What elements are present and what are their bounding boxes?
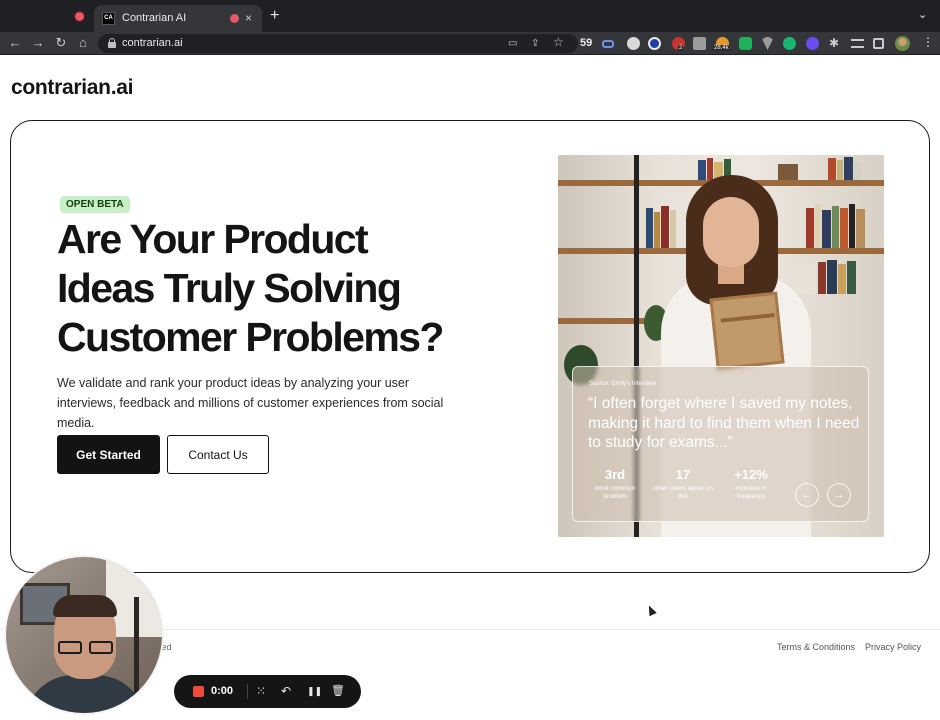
carousel-next-icon[interactable]: → <box>827 483 851 507</box>
extensions-puzzle-icon[interactable]: ✱ <box>829 37 839 50</box>
headline-line-1: Are Your Product <box>57 216 369 262</box>
stat-rank: 3rd most common problem <box>585 467 645 501</box>
extension-icon-5[interactable] <box>806 37 819 50</box>
reload-icon[interactable]: ↻ <box>53 35 69 51</box>
recorder-divider <box>247 684 248 699</box>
forward-icon[interactable]: → <box>30 35 46 51</box>
recording-indicator-icon <box>75 12 84 21</box>
webcam-lamp <box>134 597 139 697</box>
recording-timer: 0:00 <box>211 685 234 697</box>
headline-line-3: Customer Problems? <box>57 314 444 360</box>
privacy-link[interactable]: Privacy Policy <box>865 642 921 652</box>
stop-recording-button[interactable] <box>193 686 204 697</box>
contact-us-button[interactable]: Contact Us <box>167 435 269 474</box>
lock-icon[interactable] <box>108 38 116 48</box>
webcam-shirt <box>24 675 146 713</box>
stat-label: other users agree on this <box>653 485 713 500</box>
home-icon[interactable]: ⌂ <box>75 35 91 51</box>
link-extension-icon[interactable] <box>602 40 614 48</box>
stat-value: 17 <box>675 467 691 482</box>
tab-search-chevron-icon[interactable]: ⌄ <box>918 8 927 21</box>
hero-section: OPEN BETA Are Your Product Ideas Truly S… <box>10 120 930 573</box>
bookmark-star-icon[interactable]: ☆ <box>553 36 564 49</box>
quote-source: Source: Emily's Interview <box>589 381 656 387</box>
address-bar[interactable]: contrarian.ai ▭ ⇪ ☆ <box>98 34 578 53</box>
tab-title: Contrarian AI <box>122 12 187 24</box>
books-stack <box>794 260 884 294</box>
webcam-glasses <box>58 641 114 655</box>
browser-menu-icon[interactable]: ⋮ <box>922 35 934 49</box>
vpn-extension-icon[interactable] <box>761 37 774 50</box>
back-icon[interactable]: ← <box>7 35 23 51</box>
stat-value: 3rd <box>604 467 626 482</box>
extension-badge-count: 28.4k <box>713 45 730 51</box>
trash-icon[interactable]: 🗑 <box>331 683 345 700</box>
browser-tab-bar: CA Contrarian AI × + ⌄ <box>0 0 940 32</box>
quote-text: “I often forget where I saved my notes, … <box>588 395 860 451</box>
stat-label: increase in frequency <box>735 485 767 500</box>
mouse-cursor-icon <box>645 603 657 617</box>
browser-toolbar: ← → ↻ ⌂ contrarian.ai ▭ ⇪ ☆ 59 2 28.4k ✱… <box>0 32 940 55</box>
stat-users: 17 other users agree on this <box>653 467 713 501</box>
extension-icon-3[interactable] <box>693 37 706 50</box>
stat-label: most common problem <box>594 485 636 500</box>
camera-icon[interactable]: ▭ <box>508 37 517 50</box>
hero-photo: Source: Emily's Interview “I often forge… <box>558 155 884 537</box>
extension-icon-1[interactable] <box>627 37 640 50</box>
side-panel-icon[interactable] <box>873 38 884 49</box>
browser-tab-contrarian[interactable]: CA Contrarian AI × <box>94 5 262 32</box>
password-manager-icon[interactable] <box>648 37 661 50</box>
share-icon[interactable]: ⇪ <box>531 37 539 50</box>
recorder-toolbar: 0:00 ⁙ ↶ ❚❚ 🗑 <box>174 675 361 708</box>
woman-face <box>703 197 759 267</box>
open-beta-badge: OPEN BETA <box>60 196 130 213</box>
undo-icon[interactable]: ↶ <box>281 683 291 700</box>
get-started-button[interactable]: Get Started <box>57 435 160 474</box>
grammar-extension-icon[interactable] <box>783 37 796 50</box>
stat-value: +12% <box>734 467 768 482</box>
headline-line-2: Ideas Truly Solving <box>57 265 402 311</box>
webcam-bubble[interactable] <box>6 557 162 713</box>
extension-counter[interactable]: 59 <box>580 37 592 49</box>
hero-headline: Are Your Product Ideas Truly Solving Cus… <box>57 215 477 362</box>
folders-held <box>709 291 785 371</box>
profile-avatar[interactable] <box>895 36 910 51</box>
extension-badge: 2 <box>678 45 684 51</box>
tab-recording-icon[interactable] <box>230 14 239 23</box>
webcam-hair <box>53 595 117 617</box>
tab-favicon-icon: CA <box>102 12 115 25</box>
drawing-grid-icon[interactable]: ⁙ <box>256 683 266 700</box>
url-text[interactable]: contrarian.ai <box>122 37 183 49</box>
hero-subtext: We validate and rank your product ideas … <box>57 376 444 430</box>
terms-link[interactable]: Terms & Conditions <box>777 642 855 652</box>
testimonial-card: Source: Emily's Interview “I often forge… <box>572 366 869 522</box>
pause-icon[interactable]: ❚❚ <box>307 683 322 700</box>
new-tab-button[interactable]: + <box>270 7 279 25</box>
site-logo[interactable]: contrarian.ai <box>11 76 133 100</box>
video-extension-icon[interactable] <box>739 37 752 50</box>
stat-frequency: +12% increase in frequency <box>721 467 781 501</box>
carousel-prev-icon[interactable]: ← <box>795 483 819 507</box>
reading-list-icon[interactable] <box>851 39 864 48</box>
tab-close-icon[interactable]: × <box>245 10 252 26</box>
